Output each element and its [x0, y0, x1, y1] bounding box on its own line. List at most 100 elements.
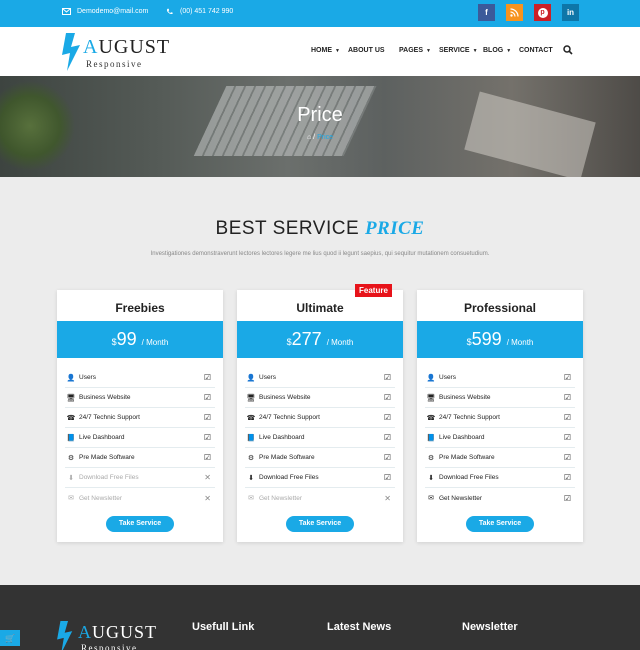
price-period: / Month	[506, 337, 534, 347]
envelope-icon: ✉	[428, 495, 434, 502]
gear-icon: ⚙	[427, 454, 435, 462]
download-icon: ⬇	[68, 474, 74, 482]
breadcrumb-current: Price	[317, 134, 334, 141]
breadcrumb: ⌂ / Price	[0, 134, 640, 141]
feature-label: Live Dashboard	[79, 434, 125, 441]
price-bar: $ 277 / Month	[237, 321, 403, 358]
nav-blog[interactable]: BLOG ▼	[483, 47, 511, 54]
section-description: Investigationes demonstraverunt lectores…	[150, 251, 490, 257]
take-service-button[interactable]: Take Service	[286, 516, 354, 532]
check-icon: ☑	[563, 413, 571, 422]
feature-label: Pre Made Software	[439, 454, 495, 461]
feature-label: 24/7 Technic Support	[439, 414, 500, 421]
phone-text: (00) 451 742 990	[180, 8, 234, 15]
plan-name: Freebies	[115, 301, 165, 315]
pinterest-glyph: p	[537, 7, 548, 18]
feature-row: ⚙ Pre Made Software ☑	[425, 448, 575, 468]
check-icon: ☑	[203, 453, 211, 462]
check-icon: ☑	[203, 373, 211, 382]
logo-wordmark: AUGUST	[78, 622, 158, 642]
cart-icon[interactable]: 🛒	[0, 630, 20, 646]
cross-icon: ✕	[384, 493, 391, 503]
phone-icon	[166, 8, 173, 15]
rss-icon[interactable]	[506, 4, 523, 21]
pricing-card-professional: Professional $ 599 / Month 👤 Users ☑ 🖥 Busin…	[417, 290, 583, 542]
nav-pages[interactable]: PAGES ▼	[399, 47, 431, 54]
feature-list: 👤 Users ☑ 🖥 Business Website ☑ ☎ 24/7 Technic S…	[65, 368, 215, 508]
feature-list: 👤 Users ☑ 🖥 Business Website ☑ ☎ 24/7 Technic S…	[245, 368, 395, 508]
book-icon: 📘	[66, 434, 76, 442]
feature-label: Get Newsletter	[439, 494, 482, 502]
caret-down-icon: ▼	[426, 47, 431, 54]
check-icon: ☑	[203, 413, 211, 422]
cross-icon: ✕	[204, 493, 211, 503]
feature-row: ⬇ Download Free Files ☑	[425, 468, 575, 488]
price-bar: $ 599 / Month	[417, 321, 583, 358]
cross-icon: ✕	[204, 473, 211, 482]
monitor-icon: 🖥	[246, 394, 256, 402]
nav-contact[interactable]: CONTACT	[519, 47, 553, 54]
feature-row: ☎ 24/7 Technic Support ☑	[65, 408, 215, 428]
feature-row: ☎ 24/7 Technic Support ☑	[245, 408, 395, 428]
feature-row: 👤 Users ☑	[65, 368, 215, 388]
feature-label: Users	[439, 374, 456, 381]
pricing-card-freebies: Freebies $ 99 / Month 👤 Users ☑ 🖥 Business W…	[57, 290, 223, 542]
envelope-icon	[62, 8, 71, 15]
price-amount: 599	[471, 329, 502, 349]
envelope-icon: ✉	[248, 495, 254, 502]
monitor-icon: 🖥	[66, 394, 76, 402]
check-icon: ☑	[203, 433, 211, 442]
check-icon: ☑	[383, 433, 391, 442]
logo-subtitle: Responsive	[81, 643, 138, 650]
price-amount: 99	[116, 329, 137, 349]
facebook-icon[interactable]: f	[478, 4, 495, 21]
page-title: Price	[297, 104, 343, 126]
top-bar: Demodemo@mail.com (00) 451 742 990 f p i…	[0, 0, 640, 27]
bolt-icon	[57, 621, 73, 650]
site-header: AUGUST Responsive HOME ▼ ABOUT US PAGES ▼ …	[0, 27, 640, 76]
feature-label: Users	[79, 374, 96, 381]
nav-about-us[interactable]: ABOUT US	[348, 47, 385, 54]
feature-label: Pre Made Software	[259, 454, 315, 461]
nav-home[interactable]: HOME ▼	[311, 47, 340, 54]
caret-down-icon: ▼	[506, 47, 512, 54]
home-icon[interactable]: ⌂	[307, 134, 311, 141]
feature-label: Business Website	[79, 394, 131, 401]
check-icon: ☑	[383, 473, 391, 482]
feature-label: Live Dashboard	[259, 434, 305, 441]
take-service-button[interactable]: Take Service	[466, 516, 534, 532]
feature-list: 👤 Users ☑ 🖥 Business Website ☑ ☎ 24/7 Technic S…	[425, 368, 575, 508]
check-icon: ☑	[383, 453, 391, 462]
feature-label: 24/7 Technic Support	[79, 414, 140, 421]
take-service-button[interactable]: Take Service	[106, 516, 174, 532]
check-icon: ☑	[563, 373, 571, 382]
page-banner: Price ⌂ / Price	[0, 76, 640, 177]
site-logo[interactable]: AUGUST Responsive	[62, 31, 172, 73]
footer-heading-news: Latest News	[327, 621, 392, 633]
linkedin-icon[interactable]: in	[562, 4, 579, 21]
pricing-card-ultimate: Feature Ultimate $ 277 / Month 👤 Users ☑ 🖥 B…	[237, 284, 403, 542]
feature-label: Get Newsletter	[79, 494, 122, 502]
section-title: BEST SERVICE PRICE	[215, 218, 425, 239]
support-icon: ☎	[66, 414, 76, 422]
feature-label: Download Free Files	[259, 474, 319, 481]
footer-logo[interactable]: AUGUST Responsive	[57, 619, 158, 650]
phone-contact[interactable]: (00) 451 742 990	[165, 8, 233, 15]
feature-label: Download Free Files	[79, 474, 139, 481]
pinterest-icon[interactable]: p	[534, 4, 551, 21]
check-icon: ☑	[383, 393, 391, 402]
feature-label: Download Free Files	[439, 474, 499, 481]
support-icon: ☎	[246, 414, 256, 422]
nav-service[interactable]: SERVICE ▼	[439, 47, 478, 54]
search-icon[interactable]	[563, 45, 573, 55]
caret-down-icon: ▼	[335, 47, 340, 54]
email-contact[interactable]: Demodemo@mail.com	[62, 8, 148, 15]
download-icon: ⬇	[428, 474, 434, 482]
monitor-icon: 🖥	[426, 394, 436, 402]
feature-badge: Feature	[355, 284, 392, 297]
feature-label: 24/7 Technic Support	[259, 414, 320, 421]
check-icon: ☑	[203, 393, 211, 402]
check-icon: ☑	[563, 433, 571, 442]
check-icon: ☑	[563, 493, 571, 503]
check-icon: ☑	[383, 413, 391, 422]
